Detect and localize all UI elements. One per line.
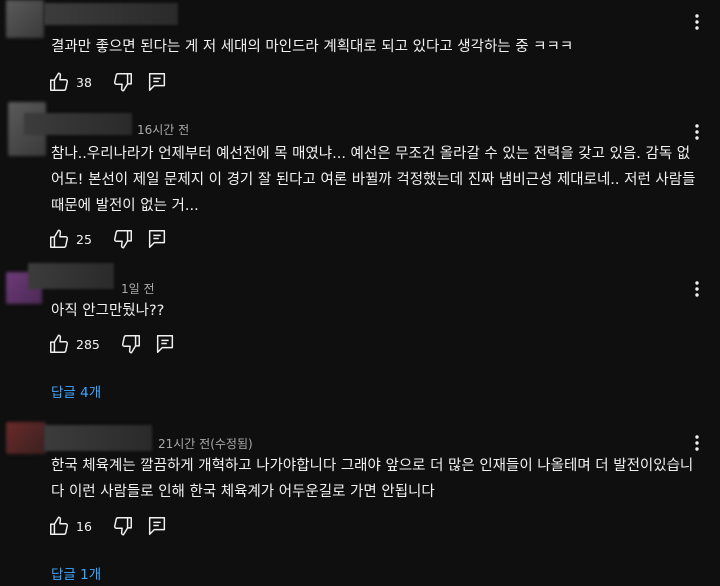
thumbs-up-icon[interactable] (48, 228, 70, 250)
thumbs-down-icon[interactable] (112, 515, 134, 537)
reply-icon[interactable] (146, 515, 168, 537)
author-name[interactable] (28, 263, 114, 289)
view-replies-button[interactable]: 답글 4개 (51, 381, 101, 401)
thumbs-up-icon[interactable] (48, 71, 70, 93)
more-vert-icon[interactable] (692, 279, 702, 299)
thumbs-up-icon[interactable] (48, 515, 70, 537)
author-name[interactable] (24, 113, 132, 135)
more-vert-icon[interactable] (692, 433, 702, 453)
comment-timestamp[interactable]: 1일 전 (121, 280, 155, 297)
author-name[interactable] (44, 3, 178, 25)
like-count: 25 (76, 231, 92, 247)
reply-icon[interactable] (154, 333, 176, 355)
comment-text: 한국 체육계는 깔끔하게 개혁하고 나가야합니다 그래야 앞으로 더 많은 인재… (51, 458, 694, 500)
thumbs-down-icon[interactable] (112, 71, 134, 93)
avatar[interactable] (6, 422, 46, 454)
avatar[interactable] (6, 0, 44, 38)
comment-actions: 25 (48, 227, 168, 251)
comment-timestamp[interactable]: 16시간 전 (137, 121, 189, 138)
reply-icon[interactable] (146, 71, 168, 93)
comment-actions: 38 (48, 70, 168, 94)
view-replies-button[interactable]: 답글 1개 (51, 563, 101, 583)
more-vert-icon[interactable] (692, 12, 702, 32)
comment-timestamp[interactable]: 21시간 전(수정됨) (158, 435, 253, 452)
thumbs-down-icon[interactable] (112, 228, 134, 250)
like-count: 38 (76, 74, 92, 90)
like-count: 16 (76, 518, 92, 534)
thumbs-up-icon[interactable] (48, 333, 70, 355)
comment-text: 참나..우리나라가 언제부터 예선전에 목 매였냐... 예선은 무조건 올라갈… (51, 146, 696, 214)
comment-text: 결과만 좋으면 된다는 게 저 세대의 마인드라 계획대로 되고 있다고 생각하… (51, 39, 574, 55)
comment-actions: 16 (48, 514, 168, 538)
comment-actions: 285 (48, 332, 176, 356)
reply-icon[interactable] (146, 228, 168, 250)
more-vert-icon[interactable] (692, 122, 702, 142)
thumbs-down-icon[interactable] (120, 333, 142, 355)
comment-text: 아직 안그만뒀나?? (51, 303, 165, 319)
like-count: 285 (76, 336, 100, 352)
author-name[interactable] (44, 425, 152, 451)
